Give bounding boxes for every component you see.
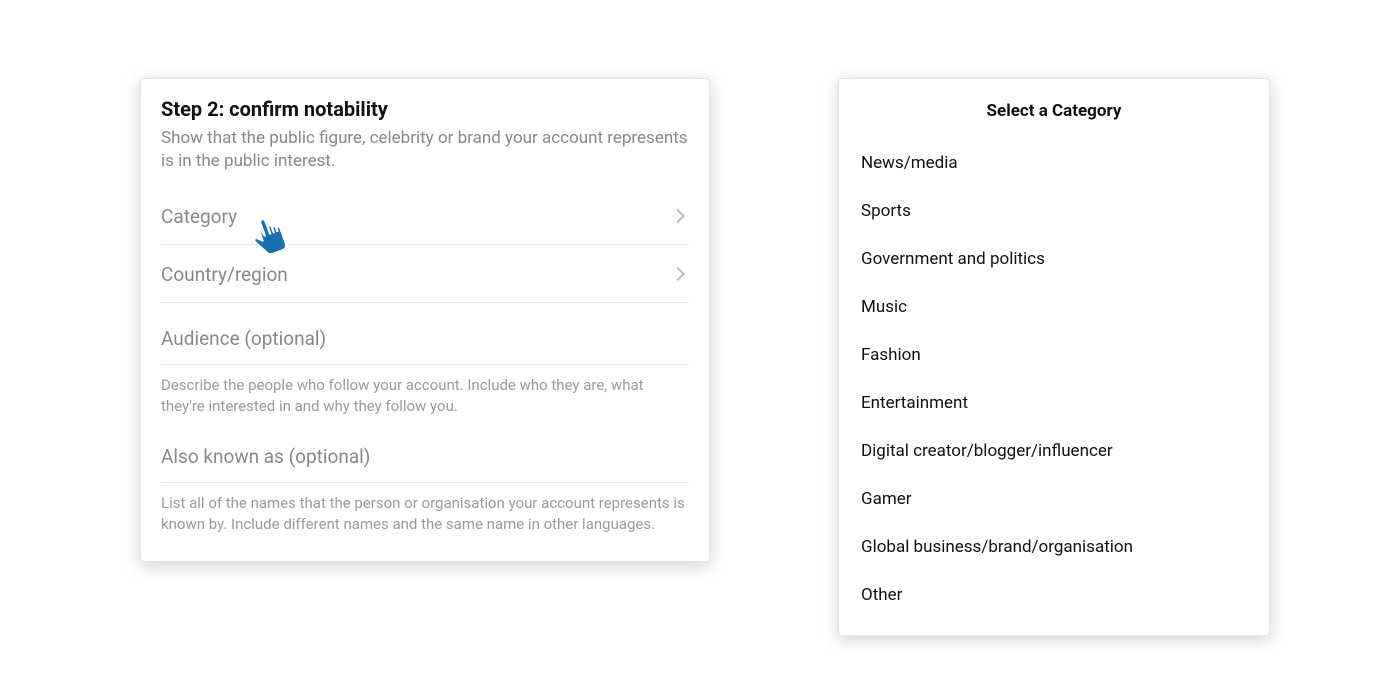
chevron-right-icon [671, 267, 685, 281]
chevron-right-icon [671, 209, 685, 223]
category-item-sports[interactable]: Sports [839, 187, 1269, 235]
category-item-global-business[interactable]: Global business/brand/organisation [839, 523, 1269, 571]
category-item-gamer[interactable]: Gamer [839, 475, 1269, 523]
country-region-label: Country/region [161, 263, 288, 286]
select-category-title: Select a Category [839, 101, 1269, 121]
audience-help-text: Describe the people who follow your acco… [161, 365, 689, 421]
select-category-panel: Select a Category News/media Sports Gove… [838, 78, 1270, 636]
aka-help-text: List all of the names that the person or… [161, 483, 689, 539]
category-item-entertainment[interactable]: Entertainment [839, 379, 1269, 427]
audience-label: Audience (optional) [161, 303, 689, 365]
category-item-music[interactable]: Music [839, 283, 1269, 331]
step-subtitle: Show that the public figure, celebrity o… [161, 127, 689, 173]
category-row[interactable]: Category [161, 187, 689, 245]
category-item-government-politics[interactable]: Government and politics [839, 235, 1269, 283]
notability-form-panel: Step 2: confirm notability Show that the… [140, 78, 710, 562]
category-item-news-media[interactable]: News/media [839, 139, 1269, 187]
step-title: Step 2: confirm notability [161, 97, 689, 121]
aka-label: Also known as (optional) [161, 421, 689, 483]
country-region-row[interactable]: Country/region [161, 245, 689, 303]
category-label: Category [161, 205, 237, 228]
category-item-fashion[interactable]: Fashion [839, 331, 1269, 379]
category-item-digital-creator[interactable]: Digital creator/blogger/influencer [839, 427, 1269, 475]
category-item-other[interactable]: Other [839, 571, 1269, 619]
